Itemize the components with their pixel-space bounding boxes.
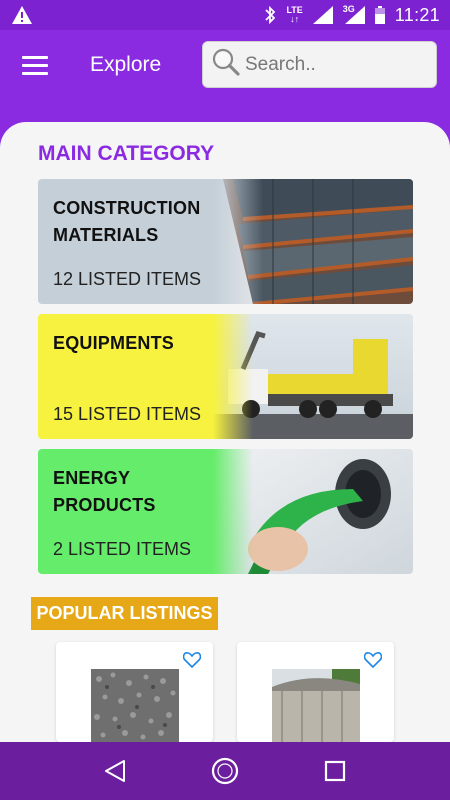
home-icon <box>211 757 239 785</box>
battery-icon <box>374 6 385 24</box>
section-title: MAIN CATEGORY <box>38 142 215 165</box>
search-input[interactable] <box>245 53 425 76</box>
truck-load-image <box>272 669 360 742</box>
steel-beams-image <box>213 179 413 304</box>
category-construction-materials[interactable]: CONSTRUCTION MATERIALS 12 LISTED ITEMS <box>38 179 413 304</box>
favorite-heart-icon[interactable] <box>363 652 383 673</box>
listing-card[interactable] <box>237 642 394 742</box>
category-name: ENERGY <box>53 468 131 488</box>
app-bar: Explore <box>0 30 450 110</box>
lte-icon: LTE ↓↑ <box>286 5 303 24</box>
category-name: EQUIPMENTS <box>53 333 175 353</box>
category-label-panel: CONSTRUCTION MATERIALS 12 LISTED ITEMS <box>38 179 213 304</box>
category-count: 15 LISTED ITEMS <box>53 404 202 424</box>
recents-button[interactable] <box>315 751 355 791</box>
recents-icon <box>324 760 346 782</box>
clock: 11:21 <box>394 4 440 25</box>
category-count: 2 LISTED ITEMS <box>53 539 192 559</box>
back-icon <box>105 760 125 782</box>
page-title: Explore <box>90 53 162 76</box>
favorite-heart-icon[interactable] <box>182 652 202 673</box>
home-button[interactable] <box>205 751 245 791</box>
main-content: MAIN CATEGORY CONSTRUCTION MATERIALS 12 … <box>0 122 450 742</box>
category-energy-products[interactable]: ENERGY PRODUCTS 2 LISTED ITEMS <box>38 449 413 574</box>
popular-listings-title: POPULAR LISTINGS <box>31 597 218 630</box>
category-label-panel: EQUIPMENTS 15 LISTED ITEMS <box>38 314 213 439</box>
truck-image <box>213 314 413 439</box>
category-count: 12 LISTED ITEMS <box>53 269 202 289</box>
menu-icon <box>22 55 48 59</box>
warning-icon <box>12 6 32 24</box>
category-label-panel: ENERGY PRODUCTS 2 LISTED ITEMS <box>38 449 213 574</box>
search-box[interactable] <box>202 41 437 88</box>
signal-3g-icon: 3G <box>343 5 365 24</box>
fuel-nozzle-image <box>213 449 413 574</box>
category-name: CONSTRUCTION <box>53 198 201 218</box>
listing-card[interactable] <box>56 642 213 742</box>
gravel-image <box>91 669 179 742</box>
search-icon <box>211 47 241 82</box>
system-nav-bar <box>0 742 450 800</box>
signal-icon <box>312 6 333 24</box>
category-name-line2: PRODUCTS <box>53 495 156 515</box>
status-bar: LTE ↓↑ 3G 11:21 <box>0 0 450 30</box>
bluetooth-icon <box>264 6 276 24</box>
menu-button[interactable] <box>22 52 48 78</box>
category-equipments[interactable]: EQUIPMENTS 15 LISTED ITEMS <box>38 314 413 439</box>
category-name-line2: MATERIALS <box>53 225 159 245</box>
back-button[interactable] <box>95 751 135 791</box>
